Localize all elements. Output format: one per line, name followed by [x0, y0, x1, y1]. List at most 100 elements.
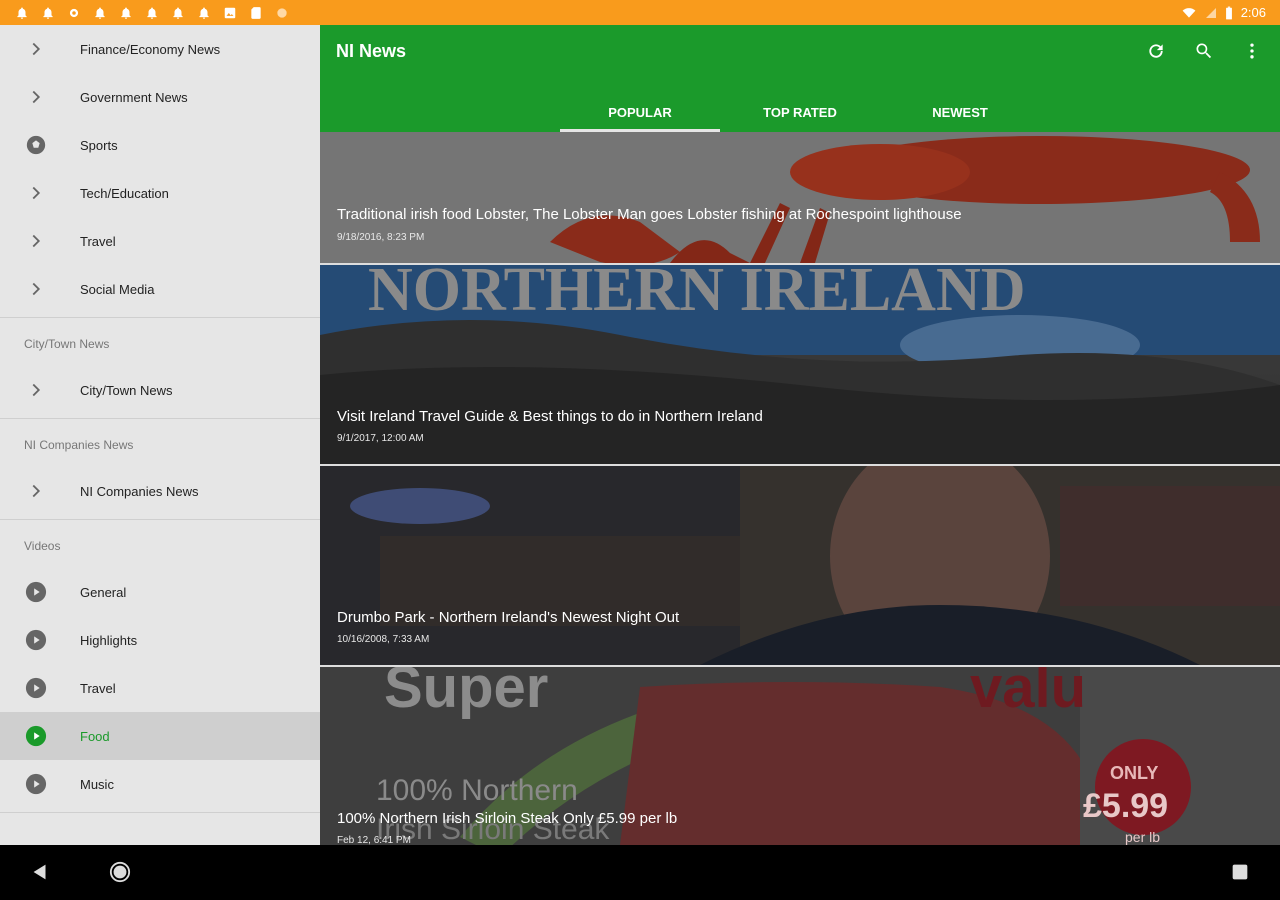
drawer-item-city-town[interactable]: City/Town News: [0, 366, 320, 414]
drawer-item-travel[interactable]: Travel: [0, 217, 320, 265]
news-card-title: 100% Northern Irish Sirloin Steak Only £…: [337, 810, 678, 827]
play-circle-icon: [24, 676, 48, 700]
drawer-item-social-media[interactable]: Social Media: [0, 265, 320, 313]
drawer-item-sports[interactable]: Sports: [0, 121, 320, 169]
notification-bell-icon: [92, 5, 108, 21]
notification-bell-icon: [144, 5, 160, 21]
drawer-item-label: Social Media: [80, 281, 155, 297]
play-circle-icon: [24, 580, 48, 604]
cell-signal-icon: [1205, 7, 1216, 18]
appbar-actions: [1144, 39, 1264, 63]
chevron-right-icon: [24, 378, 48, 402]
drawer-item-video-highlights[interactable]: Highlights: [0, 616, 320, 664]
news-card[interactable]: Traditional irish food Lobster, The Lobs…: [320, 132, 1280, 263]
drawer-item-video-general[interactable]: General: [0, 568, 320, 616]
chevron-right-icon: [24, 181, 48, 205]
drawer-item-label: Government News: [80, 89, 188, 105]
battery-icon: [1225, 6, 1232, 19]
refresh-icon[interactable]: [1144, 39, 1168, 63]
drawer-item-finance[interactable]: Finance/Economy News: [0, 25, 320, 73]
news-card-title: Visit Ireland Travel Guide & Best things…: [337, 408, 763, 425]
wifi-icon: [1182, 7, 1196, 18]
app-title: NI News: [336, 41, 407, 61]
play-circle-icon: [24, 724, 48, 748]
notification-bell-icon: [14, 5, 30, 21]
northern-ireland-image: NORTHERN IRELAND: [320, 265, 1280, 464]
status-bar: 2:06: [0, 0, 1280, 25]
drawer-item-label: General: [80, 584, 127, 600]
news-card[interactable]: Super valu 100% Northern Irish Sirloin S…: [320, 667, 1280, 845]
drawer-item-label: Sports: [80, 137, 118, 153]
play-circle-icon: [24, 628, 48, 652]
banner-text: NORTHERN IRELAND: [368, 265, 1026, 324]
lobster-image: [320, 132, 1280, 263]
back-icon[interactable]: [28, 860, 52, 884]
main-content: NI News POPULAR TOP RATED NEWEST Traditi…: [320, 25, 1280, 845]
ad-brand-right: valu: [970, 667, 1086, 720]
notification-bell-icon: [196, 5, 212, 21]
news-card-date: Feb 12, 6:41 PM: [337, 835, 411, 845]
notification-bell-icon: [40, 5, 56, 21]
drawer-item-tech[interactable]: Tech/Education: [0, 169, 320, 217]
divider: [0, 812, 320, 813]
chevron-right-icon: [24, 479, 48, 503]
news-card-date: 9/18/2016, 8:23 PM: [337, 232, 425, 243]
chevron-right-icon: [24, 229, 48, 253]
news-card-date: 10/16/2008, 7:33 AM: [337, 634, 430, 645]
search-icon[interactable]: [1192, 39, 1216, 63]
notification-bell-icon: [118, 5, 134, 21]
drawer-item-label: Travel: [80, 680, 116, 696]
settings-icon: [66, 5, 82, 21]
tab-top-rated[interactable]: TOP RATED: [720, 93, 880, 132]
play-circle-icon: [24, 772, 48, 796]
drawer-item-label: Food: [80, 728, 110, 744]
news-card-title: Traditional irish food Lobster, The Lobs…: [337, 206, 962, 223]
tab-newest[interactable]: NEWEST: [880, 93, 1040, 132]
divider: [0, 519, 320, 520]
news-card[interactable]: Drumbo Park - Northern Ireland's Newest …: [320, 466, 1280, 665]
drawer-item-government[interactable]: Government News: [0, 73, 320, 121]
drawer-item-video-music[interactable]: Music: [0, 760, 320, 808]
more-vert-icon[interactable]: [1240, 39, 1264, 63]
drawer-item-label: Music: [80, 776, 114, 792]
app-bar: NI News POPULAR TOP RATED NEWEST: [320, 25, 1280, 132]
drumbo-park-image: [320, 466, 1280, 665]
recents-icon[interactable]: [1228, 860, 1252, 884]
home-icon[interactable]: [108, 860, 132, 884]
tab-bar: POPULAR TOP RATED NEWEST: [560, 93, 1040, 132]
ad-price: £5.99: [1083, 787, 1168, 825]
ad-subtitle: 100% Northern: [376, 774, 578, 807]
tab-popular[interactable]: POPULAR: [560, 93, 720, 132]
ad-unit: per lb: [1125, 829, 1160, 845]
chevron-right-icon: [24, 85, 48, 109]
news-card[interactable]: NORTHERN IRELAND Visit Ireland Travel Gu…: [320, 265, 1280, 464]
chevron-right-icon: [24, 37, 48, 61]
drawer-item-label: City/Town News: [80, 382, 173, 398]
notification-icons: [14, 5, 290, 21]
notification-bell-icon: [170, 5, 186, 21]
drawer-item-label: Finance/Economy News: [80, 41, 221, 57]
system-nav-bar: [0, 845, 1280, 900]
image-icon: [222, 5, 238, 21]
clock: 2:06: [1240, 5, 1266, 20]
section-header-city: City/Town News: [24, 337, 110, 351]
sd-card-icon: [248, 5, 264, 21]
drawer-item-video-food[interactable]: Food: [0, 712, 320, 760]
drawer-item-label: Highlights: [80, 632, 138, 648]
drawer-item-video-travel[interactable]: Travel: [0, 664, 320, 712]
ad-brand-left: Super: [384, 667, 548, 720]
section-header-videos: Videos: [24, 539, 61, 553]
news-card-title: Drumbo Park - Northern Ireland's Newest …: [337, 609, 680, 626]
divider: [0, 418, 320, 419]
soccer-ball-icon: [24, 133, 48, 157]
chevron-right-icon: [24, 277, 48, 301]
section-header-companies: NI Companies News: [24, 438, 134, 452]
news-list: Traditional irish food Lobster, The Lobs…: [320, 132, 1280, 845]
drawer-item-companies[interactable]: NI Companies News: [0, 467, 320, 515]
drawer-item-label: NI Companies News: [80, 483, 199, 499]
drawer-item-label: Tech/Education: [80, 185, 169, 201]
news-card-date: 9/1/2017, 12:00 AM: [337, 433, 424, 444]
drawer-item-label: Travel: [80, 233, 116, 249]
divider: [0, 317, 320, 318]
system-status: 2:06: [1181, 5, 1266, 20]
